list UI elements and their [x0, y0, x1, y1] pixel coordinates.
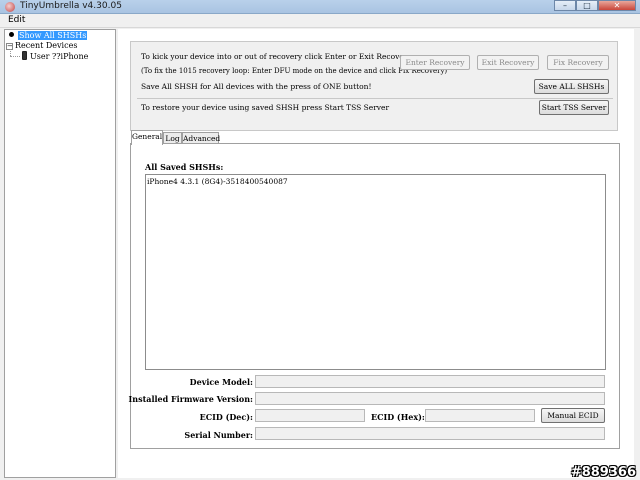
umbrella-icon	[5, 2, 15, 12]
iphone-icon	[22, 51, 27, 60]
recovery-instruction: To kick your device into or out of recov…	[141, 52, 412, 61]
serial-number-label: Serial Number:	[184, 430, 253, 440]
menu-bar: Edit	[0, 14, 640, 28]
tree-item-label: Recent Devices	[15, 41, 78, 50]
maximize-button[interactable]: □	[576, 0, 598, 11]
ecid-hex-label: ECID (Hex):	[371, 412, 425, 422]
start-tss-server-button[interactable]: Start TSS Server	[539, 100, 609, 115]
ecid-hex-field[interactable]	[425, 409, 535, 422]
bullet-icon	[9, 32, 14, 37]
serial-number-field	[255, 427, 605, 440]
watermark: #889366	[570, 465, 636, 480]
window-title: TinyUmbrella v4.30.05	[20, 1, 122, 11]
ecid-dec-label: ECID (Dec):	[199, 412, 253, 422]
all-saved-shshs-label: All Saved SHSHs:	[145, 162, 224, 172]
list-item[interactable]: iPhone4 4.3.1 (8G4)-3518400540087	[147, 177, 288, 186]
installed-firmware-label: Installed Firmware Version:	[128, 394, 253, 404]
general-tab-panel: All Saved SHSHs: iPhone4 4.3.1 (8G4)-351…	[128, 143, 620, 449]
exit-recovery-button[interactable]: Exit Recovery	[477, 55, 539, 70]
device-model-label: Device Model:	[189, 377, 253, 387]
title-bar: TinyUmbrella v4.30.05 – □ ✕	[0, 0, 640, 14]
ecid-dec-field[interactable]	[255, 409, 365, 422]
close-button[interactable]: ✕	[598, 0, 636, 11]
main-panel: To kick your device into or out of recov…	[118, 29, 634, 478]
fix-recovery-button[interactable]: Fix Recovery	[547, 55, 609, 70]
tree-item-iphone[interactable]: User ??iPhone	[22, 51, 88, 61]
tree-item-label: Show All SHSHs	[18, 31, 88, 40]
manual-ecid-button[interactable]: Manual ECID	[541, 408, 605, 423]
tree-item-show-all-shshs[interactable]: Show All SHSHs	[9, 31, 88, 41]
device-model-field	[255, 375, 605, 388]
menu-edit[interactable]: Edit	[8, 15, 25, 25]
window-controls: – □ ✕	[554, 0, 636, 12]
tree-connector	[10, 56, 20, 57]
save-all-shshs-button[interactable]: Save ALL SHSHs	[534, 79, 609, 94]
installed-firmware-field	[255, 392, 605, 405]
tab-general[interactable]: General	[131, 130, 163, 145]
save-all-instruction: Save All SHSH for All devices with the p…	[141, 82, 372, 91]
device-tree: Show All SHSHs − Recent Devices User ??iP…	[4, 29, 116, 478]
tree-item-recent-devices[interactable]: − Recent Devices	[6, 41, 77, 51]
saved-shsh-list[interactable]: iPhone4 4.3.1 (8G4)-3518400540087	[145, 174, 606, 370]
minimize-button[interactable]: –	[554, 0, 576, 11]
tree-connector	[10, 49, 11, 56]
separator	[137, 98, 613, 99]
enter-recovery-button[interactable]: Enter Recovery	[400, 55, 470, 70]
tree-item-label: User ??iPhone	[30, 52, 89, 61]
tss-instruction: To restore your device using saved SHSH …	[141, 103, 390, 112]
recovery-box: To kick your device into or out of recov…	[130, 41, 618, 131]
